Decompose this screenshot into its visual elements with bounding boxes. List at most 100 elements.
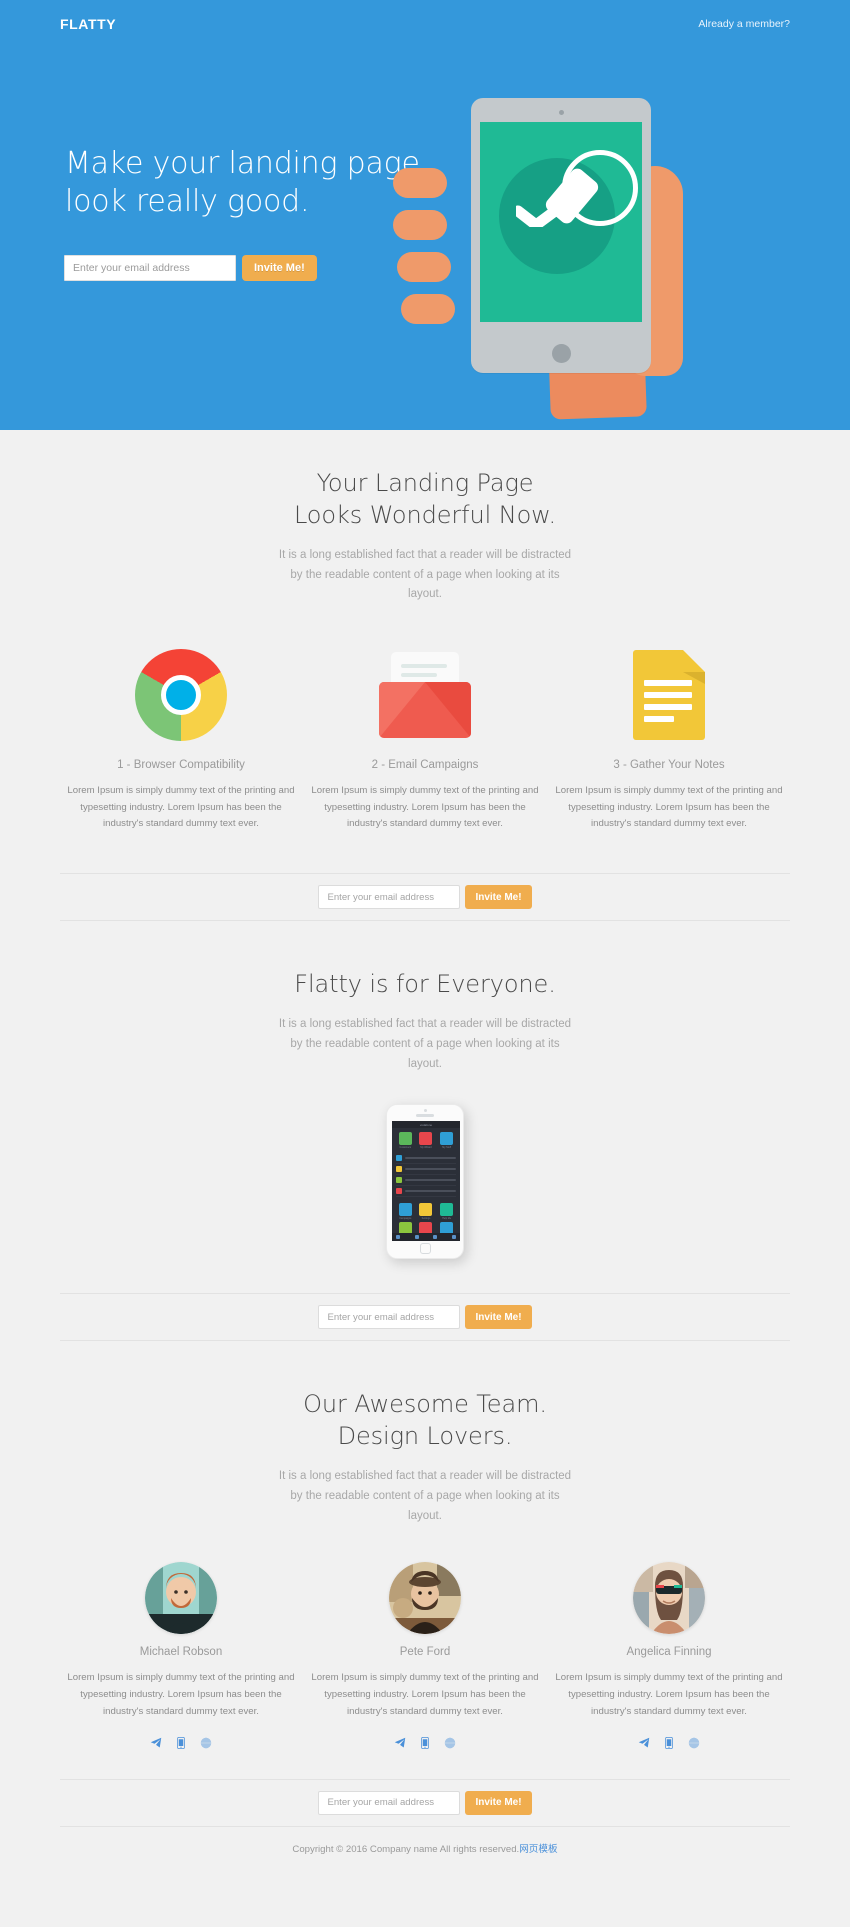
feature-icon-wrap <box>548 643 790 747</box>
phone-list-row[interactable] <box>396 1186 456 1198</box>
feature-title: 2 - Email Campaigns <box>371 759 479 772</box>
already-member-link[interactable]: Already a member? <box>698 18 790 30</box>
app-icon <box>398 1132 412 1146</box>
phone-list-rows <box>392 1151 460 1199</box>
page-footer: Copyright © 2016 Company name All rights… <box>0 1826 850 1855</box>
mobile-phone-icon[interactable] <box>176 1736 186 1749</box>
app-icon <box>419 1132 433 1146</box>
phone-status-bar: vodafone <box>392 1121 460 1129</box>
app-label: My Wizard <box>420 1146 432 1150</box>
phone-home-button <box>419 1243 431 1255</box>
phone-list-row[interactable] <box>396 1164 456 1176</box>
paper-line <box>401 673 437 678</box>
phone-app-tile[interactable]: Help Me <box>437 1203 456 1220</box>
tablet-camera-icon <box>558 110 564 115</box>
globe-icon[interactable] <box>200 1737 212 1749</box>
phone-app-tile[interactable]: My Stuff <box>437 1132 456 1149</box>
paper-plane-icon[interactable] <box>394 1737 406 1749</box>
note-line <box>644 680 692 687</box>
globe-icon[interactable] <box>688 1737 700 1749</box>
mobile-phone-icon[interactable] <box>420 1736 430 1749</box>
feature-card-browser-compatibility: 1 - Browser Compatibility Lorem Ipsum is… <box>60 643 302 833</box>
app-label: Settings <box>421 1217 431 1221</box>
strip-3-invite-button[interactable]: Invite Me! <box>465 1790 532 1815</box>
phone-app-tile[interactable]: Settings <box>417 1203 436 1220</box>
site-logo[interactable]: FLATTY <box>60 16 116 32</box>
envelope-flap-right <box>425 682 471 739</box>
feature-text: Lorem Ipsum is simply dummy text of the … <box>555 785 783 830</box>
strip-1-email-input[interactable] <box>318 885 461 910</box>
strip-1-invite-button[interactable]: Invite Me! <box>465 885 532 910</box>
team-title: Our Awesome Team. Design Lovers. <box>60 1389 790 1453</box>
avatar <box>633 1562 705 1635</box>
phone-app-tile[interactable]: Campaigns <box>396 1203 415 1220</box>
avatar-image <box>389 1562 461 1635</box>
phone-speaker <box>416 1114 434 1118</box>
paper-plane-icon[interactable] <box>638 1737 650 1749</box>
phone-list-row[interactable] <box>396 1175 456 1187</box>
member-text: Lorem Ipsum is simply dummy text of the … <box>555 1672 783 1717</box>
finger-4 <box>401 294 455 324</box>
everyone-title: Flatty is for Everyone. <box>294 970 556 999</box>
envelope-body <box>379 682 471 739</box>
dock-icon-apps[interactable] <box>433 1235 438 1240</box>
feature-title: 3 - Gather Your Notes <box>613 759 725 772</box>
hero-invite-button[interactable]: Invite Me! <box>242 255 317 281</box>
avatar <box>389 1562 461 1635</box>
phone-camera-icon <box>423 1109 427 1113</box>
member-text: Lorem Ipsum is simply dummy text of the … <box>311 1672 539 1717</box>
phone-app-tile[interactable]: Customers <box>396 1132 415 1149</box>
phone-app-tile[interactable]: My Wizard <box>417 1132 436 1149</box>
team-title-line-2: Design Lovers. <box>337 1422 513 1451</box>
strip-2-invite-button[interactable]: Invite Me! <box>465 1305 532 1330</box>
hand-holding-tablet-illustration <box>393 88 715 420</box>
phone-carrier-label: vodafone <box>419 1122 433 1127</box>
mobile-phone-icon[interactable] <box>664 1736 674 1749</box>
app-label: Help Me <box>442 1217 452 1221</box>
footer-template-link[interactable]: 网页模板 <box>519 1844 557 1855</box>
team-title-line-1: Our Awesome Team. <box>303 1390 547 1419</box>
note-line <box>644 716 674 723</box>
note-fold-corner <box>683 650 705 673</box>
envelope-icon <box>379 652 471 739</box>
app-label: My Stuff <box>442 1146 452 1150</box>
team-member-pete-ford: Pete Ford Lorem Ipsum is simply dummy te… <box>304 1562 546 1749</box>
paper-plane-icon[interactable] <box>150 1737 162 1749</box>
envelope-flap-left <box>379 682 425 739</box>
dock-icon-more[interactable] <box>451 1235 456 1240</box>
hero-signup-form: Invite Me! <box>64 255 317 281</box>
member-name: Pete Ford <box>399 1646 451 1659</box>
feature-text: Lorem Ipsum is simply dummy text of the … <box>67 785 295 830</box>
phone-list-row[interactable] <box>396 1153 456 1165</box>
magnifier-lens-icon <box>562 150 638 226</box>
finger-3 <box>397 252 451 282</box>
hero-email-input[interactable] <box>64 255 236 281</box>
dock-icon-phone[interactable] <box>414 1235 419 1240</box>
row-icon <box>396 1177 402 1184</box>
features-title: Your Landing Page Looks Wonderful Now. <box>60 468 790 532</box>
signup-strip-3-wrap: Invite Me! <box>0 1778 850 1827</box>
row-icon <box>396 1155 402 1162</box>
tablet-device <box>471 98 651 373</box>
signup-strip-2: Invite Me! <box>60 1293 790 1342</box>
globe-icon[interactable] <box>444 1737 456 1749</box>
everyone-subtitle: It is a long established fact that a rea… <box>278 1018 572 1070</box>
signup-strip-2-wrap: Invite Me! <box>0 1293 850 1342</box>
features-section: Your Landing Page Looks Wonderful Now. I… <box>0 430 850 834</box>
top-navigation-bar: FLATTY Already a member? <box>0 0 850 40</box>
member-social-links <box>548 1736 790 1749</box>
strip-2-email-input[interactable] <box>318 1305 461 1330</box>
app-label: Customers <box>399 1146 412 1150</box>
team-section: Our Awesome Team. Design Lovers. It is a… <box>0 1341 850 1749</box>
dock-icon-menu[interactable] <box>396 1235 400 1240</box>
features-list: 1 - Browser Compatibility Lorem Ipsum is… <box>60 643 790 833</box>
team-members-list: Michael Robson Lorem Ipsum is simply dum… <box>60 1562 790 1749</box>
features-title-line-2: Looks Wonderful Now. <box>293 500 557 529</box>
features-subtitle: It is a long established fact that a rea… <box>278 548 572 601</box>
everyone-section: Flatty is for Everyone. It is a long est… <box>0 921 850 1260</box>
team-member-michael-robson: Michael Robson Lorem Ipsum is simply dum… <box>60 1562 302 1749</box>
feature-icon-wrap <box>60 643 302 747</box>
row-icon <box>396 1188 402 1195</box>
strip-3-email-input[interactable] <box>318 1790 461 1815</box>
app-label: Campaigns <box>399 1217 412 1221</box>
